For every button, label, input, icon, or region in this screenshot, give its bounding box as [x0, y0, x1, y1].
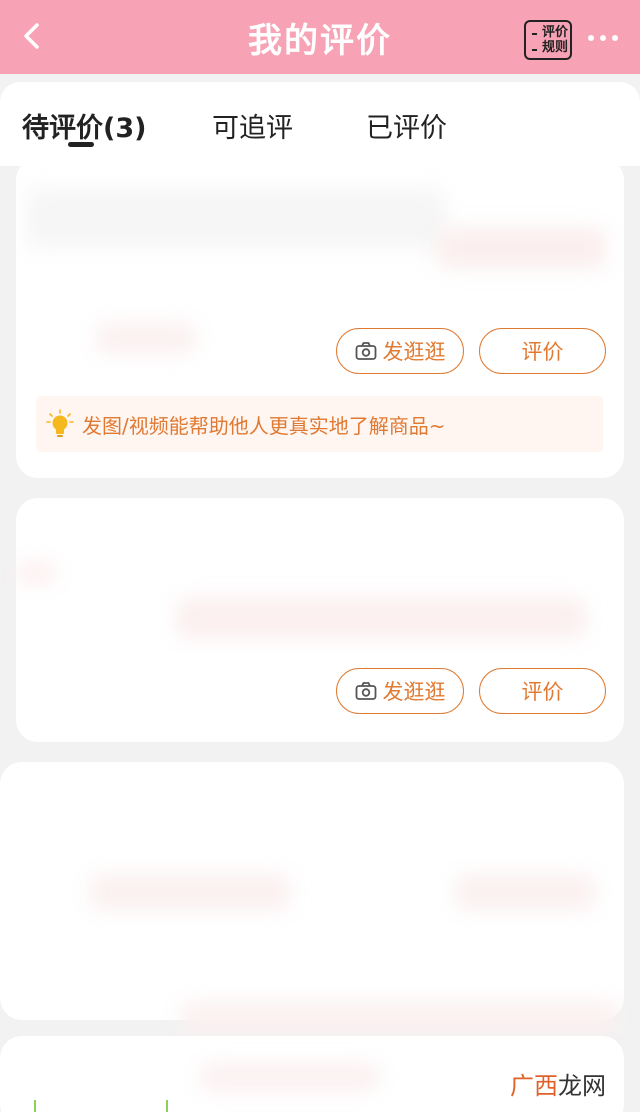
tab-pending-review[interactable]: 待评价(3)	[22, 106, 146, 145]
camera-icon	[355, 342, 376, 360]
top-nav-bar: 我的评价 评价 规则	[0, 0, 640, 74]
review-button-label: 评价	[521, 680, 564, 704]
watermark-part1: 广西	[510, 1072, 558, 1100]
blurred-product-info	[26, 188, 446, 248]
dot-icon	[612, 35, 618, 41]
more-options-button[interactable]	[588, 30, 628, 46]
watermark-part2: 龙网	[558, 1072, 606, 1100]
blurred-product-info	[176, 598, 586, 638]
post-to-guangguang-button[interactable]: 发逛逛	[336, 668, 464, 714]
review-button-label: 评价	[521, 340, 564, 364]
rules-label-line2: 规则	[541, 40, 568, 55]
lightbulb-icon	[46, 409, 74, 437]
post-button-label: 发逛逛	[382, 340, 446, 364]
write-review-button[interactable]: 评价	[479, 328, 606, 374]
page-title: 我的评价	[248, 20, 392, 61]
blurred-product-spec	[180, 1002, 620, 1032]
order-card	[0, 762, 624, 1032]
order-card: 发逛逛 评价	[16, 498, 624, 742]
blurred-product-price	[436, 228, 606, 268]
post-button-label: 发逛逛	[382, 680, 446, 704]
tip-text: 发图/视频能帮助他人更真实地了解商品~	[82, 413, 446, 438]
review-rules-button[interactable]: 评价 规则	[524, 20, 572, 60]
chevron-left-icon	[24, 23, 39, 49]
blurred-product-price	[455, 874, 595, 910]
blurred-product-info	[90, 874, 290, 910]
site-watermark: 广西 龙网	[510, 1066, 606, 1101]
write-review-button[interactable]: 评价	[479, 668, 606, 714]
back-button[interactable]	[14, 18, 50, 54]
active-tab-indicator	[68, 142, 94, 147]
tab-follow-up-review[interactable]: 可追评	[212, 106, 293, 145]
blurred-product-spec	[96, 323, 196, 353]
blurred-product-image	[16, 563, 56, 583]
rules-label-line1: 评价	[541, 25, 568, 40]
dot-icon	[588, 35, 594, 41]
post-to-guangguang-button[interactable]: 发逛逛	[336, 328, 464, 374]
tab-reviewed[interactable]: 已评价	[366, 106, 447, 145]
tab-bar: 待评价(3) 可追评 已评价	[0, 82, 640, 166]
product-thumbnail-edge	[34, 1100, 168, 1112]
blurred-product-info	[200, 1064, 380, 1090]
dot-icon	[600, 35, 606, 41]
photo-tip-banner: 发图/视频能帮助他人更真实地了解商品~	[36, 396, 603, 452]
camera-icon	[355, 682, 376, 700]
